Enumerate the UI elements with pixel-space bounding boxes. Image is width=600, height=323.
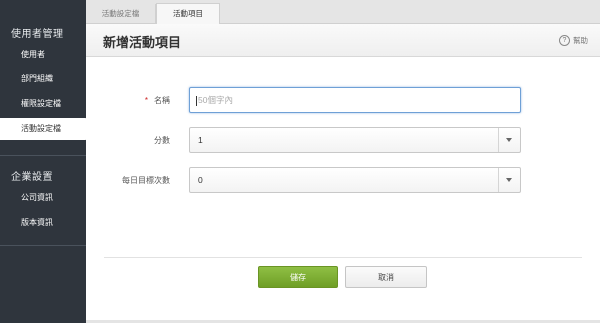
sidebar-item-activity-profiles[interactable]: 活動設定檔 — [0, 118, 87, 140]
save-button[interactable]: 儲存 — [258, 266, 338, 288]
chevron-down-icon[interactable] — [498, 168, 520, 192]
help-link[interactable]: ? 幫助 — [559, 35, 588, 46]
name-placeholder: 50個字內 — [198, 95, 233, 105]
sidebar-section-user-management: 使用者管理 — [11, 29, 64, 40]
score-select[interactable]: 1 — [189, 127, 521, 153]
name-label: * 名稱 — [80, 95, 170, 106]
tab-activity-profiles[interactable]: 活動設定檔 — [86, 4, 156, 24]
daily-target-select[interactable]: 0 — [189, 167, 521, 193]
text-cursor — [196, 95, 197, 106]
name-input[interactable]: 50個字內 — [189, 87, 521, 113]
chevron-down-icon[interactable] — [498, 128, 520, 152]
sidebar-item-version-info[interactable]: 版本資訊 — [0, 212, 86, 234]
form-divider — [104, 257, 582, 258]
score-label: 分數 — [154, 136, 170, 145]
page-header: 新增活動項目 ? 幫助 — [86, 24, 600, 57]
tab-bar: 活動設定檔 活動項目 — [86, 0, 600, 24]
daily-target-value: 0 — [198, 175, 203, 185]
sidebar-section-enterprise-settings: 企業設置 — [11, 172, 53, 183]
sidebar-item-permission-profiles[interactable]: 權限設定檔 — [0, 93, 86, 115]
question-circle-icon: ? — [559, 35, 570, 46]
sidebar-divider — [0, 155, 86, 156]
help-label: 幫助 — [573, 36, 588, 45]
sidebar-item-company-info[interactable]: 公司資訊 — [0, 187, 86, 209]
daily-target-label: 每日目標次數 — [122, 176, 170, 185]
page-title: 新增活動項目 — [103, 35, 182, 50]
sidebar-item-users[interactable]: 使用者 — [0, 44, 86, 66]
name-label-text: 名稱 — [154, 96, 170, 105]
cancel-button[interactable]: 取消 — [345, 266, 427, 288]
tab-activity-items[interactable]: 活動項目 — [156, 3, 220, 24]
required-mark: * — [144, 96, 148, 105]
sidebar-item-departments[interactable]: 部門組織 — [0, 68, 86, 90]
score-value: 1 — [198, 135, 203, 145]
sidebar-divider — [0, 245, 86, 246]
sidebar: 使用者管理 使用者 部門組織 權限設定檔 活動設定檔 企業設置 公司資訊 版本資… — [0, 0, 87, 323]
